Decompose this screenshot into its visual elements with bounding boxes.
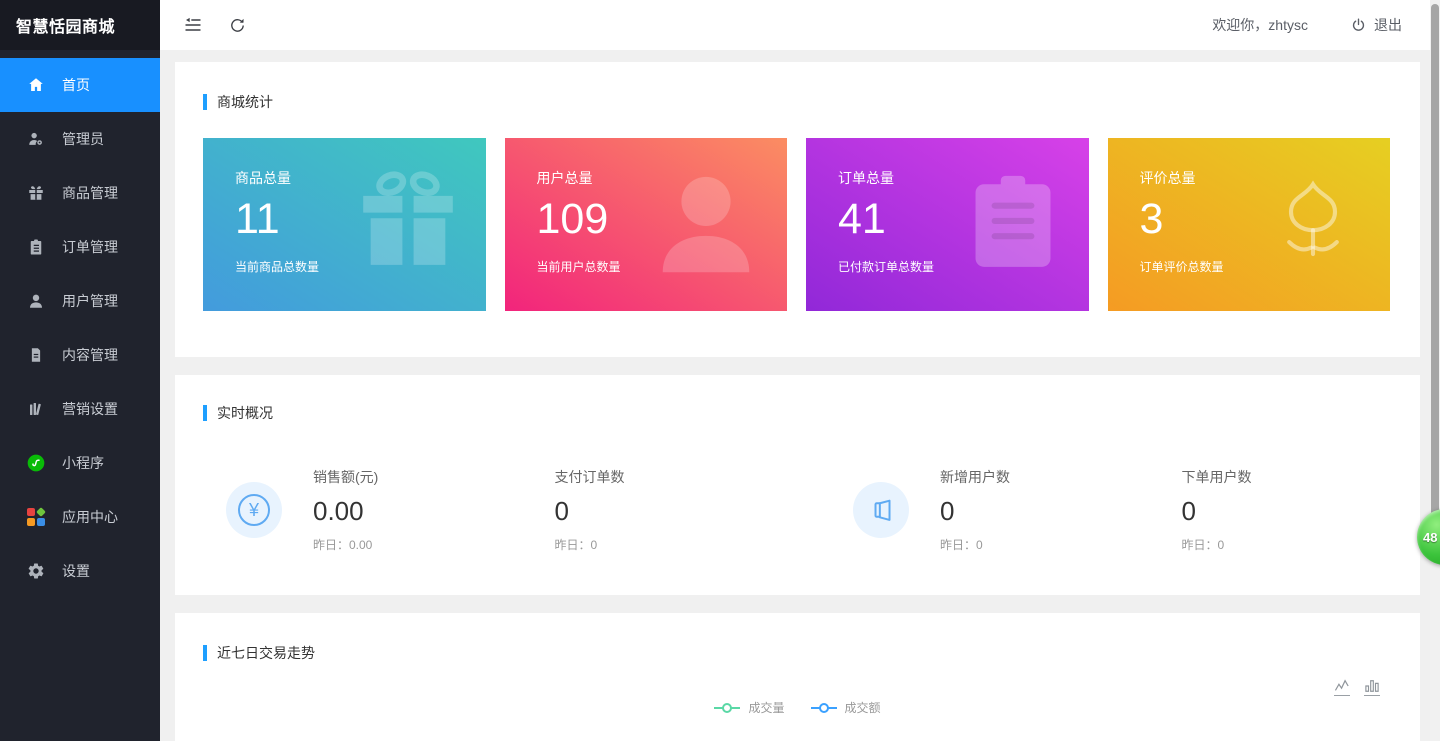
refresh-icon[interactable] — [226, 14, 248, 36]
yuan-circle-icon: ¥ — [226, 482, 282, 538]
line-chart-toggle-icon[interactable] — [1334, 679, 1350, 696]
scrollbar-thumb[interactable] — [1431, 4, 1439, 524]
sidebar-item-label: 设置 — [62, 561, 90, 581]
sidebar-item-label: 小程序 — [62, 453, 104, 473]
stat-card-users[interactable]: 用户总量 109 当前用户总数量 — [505, 138, 788, 311]
metric-yesterday: 昨日：0 — [555, 536, 766, 553]
stat-cards-row: 商品总量 11 当前商品总数量 用户总量 — [203, 138, 1390, 311]
badge-count: 48 — [1423, 530, 1437, 545]
metric-label: 下单用户数 — [1182, 467, 1393, 487]
metric-paid-orders: 支付订单数 0 昨日：0 — [555, 467, 766, 553]
title-accent-bar — [203, 405, 207, 421]
section-title-text: 近七日交易走势 — [217, 643, 315, 663]
mall-stats-panel: 商城统计 商品总量 11 当前商品总数量 — [175, 62, 1420, 357]
metric-label: 销售额(元) — [313, 467, 524, 487]
user-icon — [647, 166, 765, 289]
sidebar-item-marketing[interactable]: 营销设置 — [0, 382, 160, 436]
section-title-trend: 近七日交易走势 — [203, 643, 1392, 663]
sidebar: 智慧恬园商城 首页 管理员 商品管理 订单管理 — [0, 0, 160, 741]
metric-value: 0.00 — [313, 496, 524, 527]
section-title-text: 商城统计 — [217, 92, 273, 112]
metric-ordering-users: 下单用户数 0 昨日：0 — [1182, 467, 1393, 553]
sidebar-item-admin[interactable]: 管理员 — [0, 112, 160, 166]
metric-yesterday: 昨日：0.00 — [313, 536, 524, 553]
collapse-menu-icon[interactable] — [182, 14, 204, 36]
sidebar-item-label: 首页 — [62, 75, 90, 95]
metric-label: 支付订单数 — [555, 467, 766, 487]
legend-item-volume[interactable]: 成交量 — [714, 699, 784, 716]
flower-icon — [1258, 166, 1368, 281]
sidebar-item-label: 用户管理 — [62, 291, 118, 311]
sidebar-item-home[interactable]: 首页 — [0, 58, 160, 112]
sidebar-item-label: 订单管理 — [62, 237, 118, 257]
logout-button[interactable]: 退出 — [1350, 15, 1402, 35]
sidebar-item-settings[interactable]: 设置 — [0, 544, 160, 598]
sidebar-item-appcenter[interactable]: 应用中心 — [0, 490, 160, 544]
title-accent-bar — [203, 645, 207, 661]
logout-label: 退出 — [1374, 15, 1402, 35]
metric-label: 新增用户数 — [940, 467, 1151, 487]
sidebar-item-orders[interactable]: 订单管理 — [0, 220, 160, 274]
sidebar-item-miniprogram[interactable]: 小程序 — [0, 436, 160, 490]
appcenter-icon — [25, 506, 47, 528]
metric-yesterday: 昨日：0 — [940, 536, 1151, 553]
door-icon — [853, 482, 909, 538]
line-series-marker-icon — [811, 703, 837, 713]
orders-clipboard-icon — [25, 236, 47, 258]
settings-gear-icon — [25, 560, 47, 582]
sidebar-item-label: 营销设置 — [62, 399, 118, 419]
realtime-panel: 实时概况 ¥ 销售额(元) 0.00 昨日：0.00 支付订单数 0 昨日：0 — [175, 375, 1420, 595]
line-series-marker-icon — [714, 703, 740, 713]
marketing-books-icon — [25, 398, 47, 420]
section-title-text: 实时概况 — [217, 403, 273, 423]
chart-legend: 成交量 成交额 — [203, 699, 1392, 716]
sidebar-item-goods[interactable]: 商品管理 — [0, 166, 160, 220]
miniprogram-icon — [25, 452, 47, 474]
trend-panel: 近七日交易走势 成交量 成交额 — [175, 613, 1420, 741]
chart-toolbox — [1334, 679, 1380, 696]
admin-icon — [25, 128, 47, 150]
realtime-metrics-row: ¥ 销售额(元) 0.00 昨日：0.00 支付订单数 0 昨日：0 新增用户数 — [203, 467, 1392, 553]
stat-card-reviews[interactable]: 评价总量 3 订单评价总数量 — [1108, 138, 1391, 311]
title-accent-bar — [203, 94, 207, 110]
metric-value: 0 — [940, 496, 1151, 527]
welcome-text: 欢迎你，zhtysc — [1212, 15, 1308, 35]
stat-card-orders[interactable]: 订单总量 41 已付款订单总数量 — [806, 138, 1089, 311]
section-title-mall-stats: 商城统计 — [203, 92, 1390, 112]
sidebar-item-label: 管理员 — [62, 129, 104, 149]
app-logo: 智慧恬园商城 — [0, 0, 160, 50]
sidebar-nav: 首页 管理员 商品管理 订单管理 用户管理 — [0, 50, 160, 598]
section-title-realtime: 实时概况 — [203, 403, 1392, 423]
sidebar-item-label: 内容管理 — [62, 345, 118, 365]
legend-item-amount[interactable]: 成交额 — [811, 699, 881, 716]
legend-label: 成交量 — [748, 699, 784, 716]
main-content: 商城统计 商品总量 11 当前商品总数量 — [160, 50, 1440, 741]
power-icon — [1350, 17, 1367, 34]
stat-card-goods[interactable]: 商品总量 11 当前商品总数量 — [203, 138, 486, 311]
top-header: 欢迎你，zhtysc 退出 — [160, 0, 1440, 50]
sidebar-item-label: 商品管理 — [62, 183, 118, 203]
legend-label: 成交额 — [845, 699, 881, 716]
metric-new-users: 新增用户数 0 昨日：0 — [940, 467, 1151, 553]
users-icon — [25, 290, 47, 312]
gift-icon — [352, 166, 464, 283]
metric-value: 0 — [555, 496, 766, 527]
home-icon — [25, 74, 47, 96]
sidebar-item-content[interactable]: 内容管理 — [0, 328, 160, 382]
metric-value: 0 — [1182, 496, 1393, 527]
metric-sales: 销售额(元) 0.00 昨日：0.00 — [313, 467, 524, 553]
content-file-icon — [25, 344, 47, 366]
page-scrollbar[interactable] — [1430, 0, 1440, 741]
metric-yesterday: 昨日：0 — [1182, 536, 1393, 553]
clipboard-icon — [967, 172, 1059, 281]
sidebar-item-users[interactable]: 用户管理 — [0, 274, 160, 328]
goods-gift-icon — [25, 182, 47, 204]
bar-chart-toggle-icon[interactable] — [1364, 679, 1380, 696]
sidebar-item-label: 应用中心 — [62, 507, 118, 527]
header-right: 欢迎你，zhtysc 退出 — [1212, 15, 1402, 35]
